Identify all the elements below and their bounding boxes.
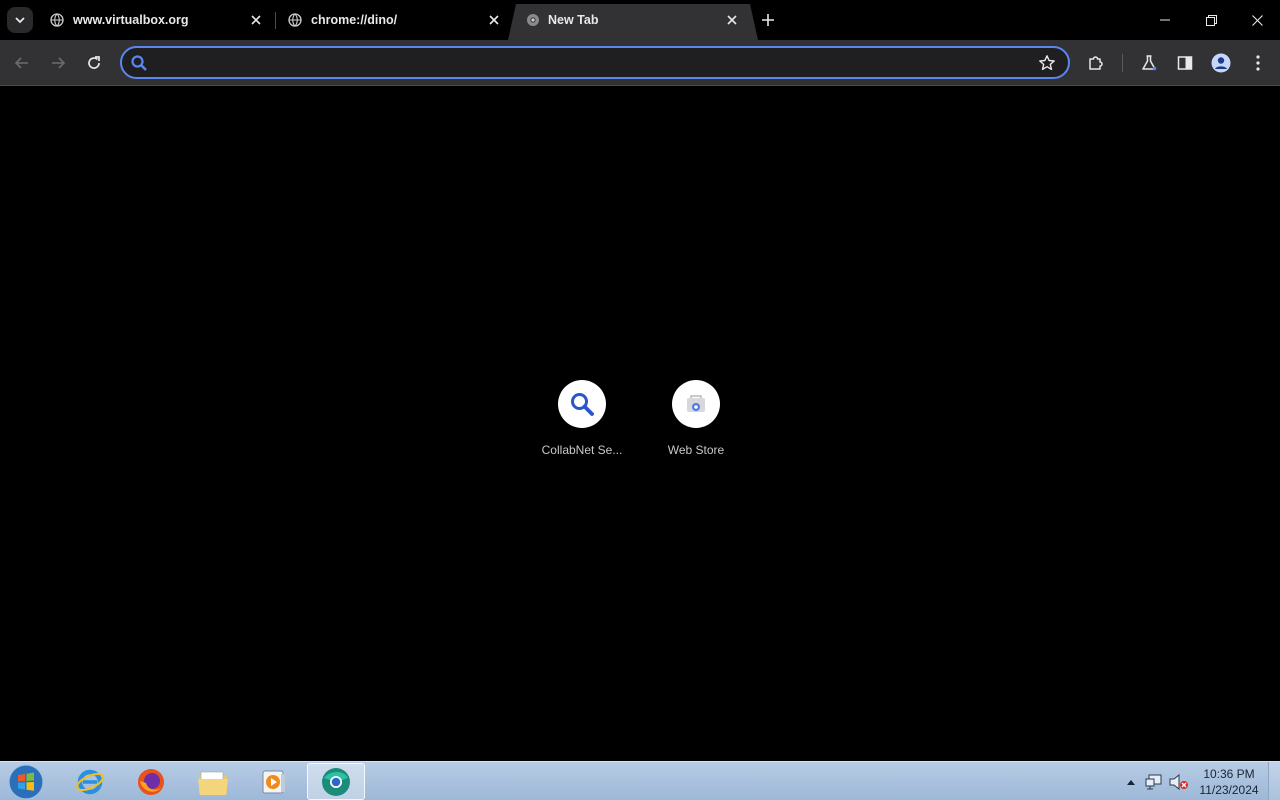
firefox-icon (138, 768, 164, 795)
tab-new-tab[interactable]: New Tab (508, 0, 758, 40)
labs-button[interactable] (1137, 51, 1161, 75)
clock-time: 10:36 PM (1203, 767, 1255, 781)
toolbar (0, 40, 1280, 86)
arrow-right-icon (52, 57, 66, 69)
volume-muted-icon (1169, 773, 1188, 790)
tab-virtualbox[interactable]: www.virtualbox.org (38, 0, 274, 40)
side-panel-icon (1177, 56, 1193, 70)
puzzle-icon (1089, 56, 1103, 70)
new-tab-button[interactable] (758, 10, 778, 30)
reload-icon (88, 56, 100, 69)
show-hidden-icons-button[interactable] (1124, 762, 1138, 800)
menu-button[interactable] (1246, 51, 1270, 75)
file-explorer-icon (198, 771, 228, 795)
shortcut-web-store[interactable]: Web Store (646, 380, 746, 470)
plus-icon (762, 14, 774, 26)
web-store-icon (687, 395, 705, 412)
close-tab-icon[interactable] (724, 12, 740, 28)
tray-network[interactable] (1144, 762, 1164, 800)
internet-explorer-icon (76, 769, 104, 794)
taskbar-firefox[interactable] (122, 763, 180, 800)
taskbar-media-player[interactable] (245, 763, 303, 800)
flask-icon (1142, 55, 1157, 71)
avatar-icon (1211, 53, 1231, 73)
show-desktop-button[interactable] (1268, 762, 1280, 800)
address-bar[interactable] (120, 46, 1070, 79)
chrome-icon (527, 14, 539, 26)
tab-dino[interactable]: chrome://dino/ (276, 0, 512, 40)
profile-button[interactable] (1209, 51, 1233, 75)
globe-icon (288, 13, 302, 27)
clock-date: 11/23/2024 (1199, 783, 1259, 797)
tab-title: chrome://dino/ (311, 13, 398, 27)
close-tab-icon[interactable] (248, 12, 264, 28)
toolbar-separator (1122, 54, 1123, 72)
tab-title: www.virtualbox.org (73, 13, 189, 27)
address-input[interactable] (156, 52, 1026, 73)
shortcut-label: Web Store (667, 443, 725, 457)
close-icon (1251, 14, 1263, 26)
reload-button[interactable] (82, 51, 106, 75)
chrome-canary-icon (322, 767, 350, 796)
taskbar: 10:36 PM 11/23/2024 (0, 761, 1280, 800)
browser-window: www.virtualbox.org chrome://dino/ New Ta… (0, 0, 1280, 800)
globe-icon (50, 13, 64, 27)
extensions-button[interactable] (1084, 51, 1108, 75)
close-tab-icon[interactable] (486, 12, 502, 28)
taskbar-clock[interactable]: 10:36 PM 11/23/2024 (1196, 766, 1262, 798)
forward-button[interactable] (46, 51, 70, 75)
start-button[interactable] (6, 763, 46, 800)
tab-strip: www.virtualbox.org chrome://dino/ New Ta… (0, 0, 1280, 40)
tab-title: New Tab (548, 13, 599, 27)
shortcut-tile[interactable] (672, 380, 720, 428)
shortcut-tile[interactable] (558, 380, 606, 428)
restore-button[interactable] (1200, 10, 1222, 30)
windows-logo-icon (8, 763, 44, 800)
back-button[interactable] (10, 51, 34, 75)
new-tab-page: CollabNet Se... Web Store (0, 87, 1280, 761)
taskbar-file-explorer[interactable] (184, 763, 242, 800)
minimize-icon (1160, 19, 1170, 21)
tab-search-button[interactable] (7, 7, 33, 33)
taskbar-chrome-canary[interactable] (307, 763, 365, 800)
minimize-button[interactable] (1154, 10, 1176, 30)
shortcut-collabnet[interactable]: CollabNet Se... (532, 380, 632, 470)
chevron-up-icon (1127, 779, 1135, 785)
bookmark-star-icon[interactable] (1038, 54, 1056, 72)
arrow-left-icon (14, 57, 28, 69)
chevron-down-icon (15, 17, 25, 24)
network-icon (1145, 774, 1162, 789)
search-icon (131, 55, 147, 71)
shortcut-label: CollabNet Se... (541, 443, 623, 457)
search-icon (571, 393, 594, 416)
side-panel-button[interactable] (1173, 51, 1197, 75)
taskbar-internet-explorer[interactable] (61, 763, 119, 800)
restore-icon (1205, 14, 1217, 26)
kebab-menu-icon (1256, 55, 1260, 71)
close-window-button[interactable] (1246, 10, 1268, 30)
tray-volume[interactable] (1168, 762, 1190, 800)
media-player-icon (262, 770, 285, 793)
